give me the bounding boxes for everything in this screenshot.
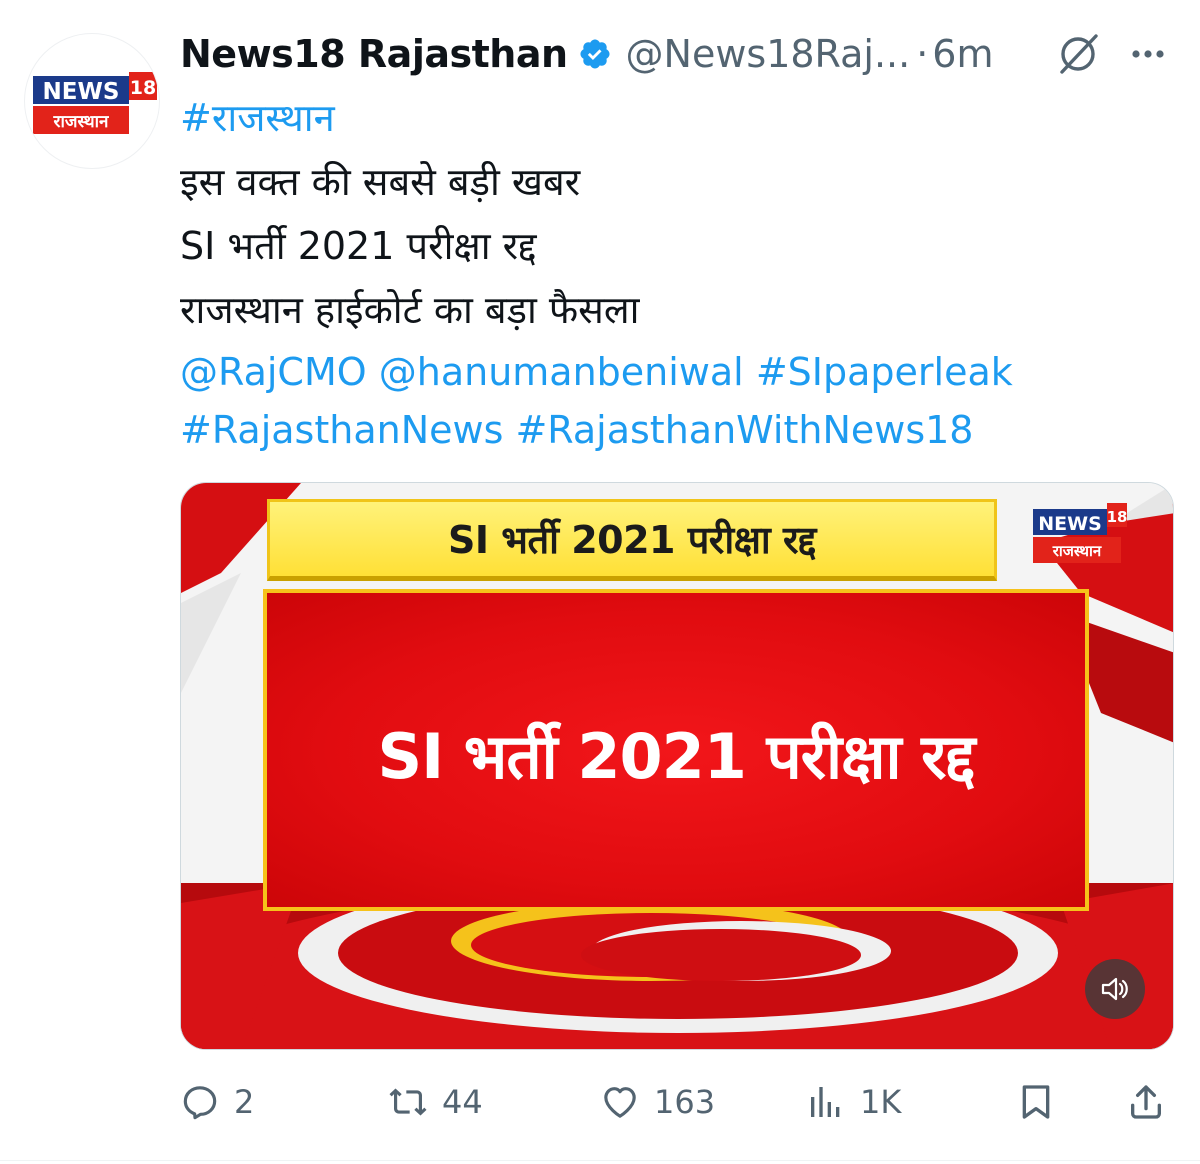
- views-count: 1K: [860, 1083, 902, 1121]
- speaker-muted-icon: [1101, 977, 1128, 1001]
- hashtag-rajasthannews[interactable]: #RajasthanNews: [180, 408, 503, 452]
- like-button[interactable]: 163: [600, 1074, 715, 1130]
- reply-button[interactable]: 2: [180, 1074, 254, 1130]
- share-icon: [1131, 1085, 1161, 1119]
- svg-text:NEWS: NEWS: [1038, 513, 1102, 535]
- mute-button[interactable]: [1085, 959, 1145, 1019]
- timestamp[interactable]: 6m: [932, 32, 993, 76]
- svg-text:राजस्थान: राजस्थान: [1052, 542, 1102, 560]
- media-video[interactable]: SI भर्ती 2021 परीक्षा रद्द SI भर्ती 2021…: [180, 482, 1174, 1050]
- grok-icon[interactable]: [1054, 30, 1102, 78]
- headline-strip-text: SI भर्ती 2021 परीक्षा रद्द: [448, 518, 816, 562]
- mention-hanumanbeniwal[interactable]: @hanumanbeniwal: [379, 350, 744, 394]
- tweet-text-line: राजस्थान हाईकोर्ट का बड़ा फैसला: [180, 288, 640, 332]
- tweet-links-line: #RajasthanNews #RajasthanWithNews18: [180, 406, 973, 454]
- mention-rajcmo[interactable]: @RajCMO: [180, 350, 367, 394]
- divider: [0, 1160, 1200, 1161]
- svg-text:18: 18: [130, 77, 156, 99]
- news18-rajasthan-logo: NEWS 18 राजस्थान: [33, 72, 157, 134]
- action-bar: 2 44 163 1K: [0, 1074, 1200, 1130]
- hashtag-rajasthan[interactable]: #राजस्थान: [180, 94, 335, 142]
- avatar[interactable]: NEWS 18 राजस्थान: [24, 33, 160, 169]
- hashtag-rajasthanwithnews18[interactable]: #RajasthanWithNews18: [515, 408, 973, 452]
- verified-badge-icon[interactable]: [578, 37, 612, 71]
- news18-rajasthan-logo: NEWS 18 राजस्थान: [1033, 503, 1127, 563]
- reply-icon: [183, 1086, 217, 1120]
- tweet-header: News18 Rajasthan @News18Raj... · 6m: [180, 26, 994, 82]
- repost-icon: [389, 1088, 427, 1116]
- views-button[interactable]: 1K: [806, 1074, 901, 1130]
- hashtag-sipaperleak[interactable]: #SIpaperleak: [756, 350, 1013, 394]
- tweet-text-line: SI भर्ती 2021 परीक्षा रद्द: [180, 224, 537, 268]
- reply-count: 2: [234, 1083, 255, 1121]
- repost-button[interactable]: 44: [388, 1074, 483, 1130]
- tweet-links-line: @RajCMO @hanumanbeniwal #SIpaperleak: [180, 348, 1013, 396]
- headline-panel: SI भर्ती 2021 परीक्षा रद्द: [263, 589, 1089, 911]
- tweet[interactable]: NEWS 18 राजस्थान News18 Rajasthan @News1…: [0, 0, 1200, 1164]
- heart-icon: [604, 1087, 636, 1118]
- headline-strip: SI भर्ती 2021 परीक्षा रद्द: [267, 499, 997, 581]
- bookmark-icon: [1022, 1085, 1050, 1119]
- svg-text:राजस्थान: राजस्थान: [53, 112, 110, 132]
- like-count: 163: [654, 1083, 716, 1121]
- views-chart-icon: [811, 1087, 840, 1117]
- handle[interactable]: @News18Raj...: [626, 32, 911, 76]
- display-name[interactable]: News18 Rajasthan: [180, 32, 568, 76]
- repost-count: 44: [442, 1083, 483, 1121]
- tweet-text-line: इस वक्त की सबसे बड़ी खबर: [180, 160, 581, 204]
- more-icon[interactable]: [1124, 30, 1172, 78]
- headline-panel-text: SI भर्ती 2021 परीक्षा रद्द: [377, 720, 975, 793]
- bookmark-button[interactable]: [1016, 1074, 1056, 1130]
- svg-text:18: 18: [1107, 508, 1127, 526]
- svg-text:NEWS: NEWS: [43, 79, 120, 105]
- separator: ·: [916, 32, 929, 76]
- share-button[interactable]: [1126, 1074, 1166, 1130]
